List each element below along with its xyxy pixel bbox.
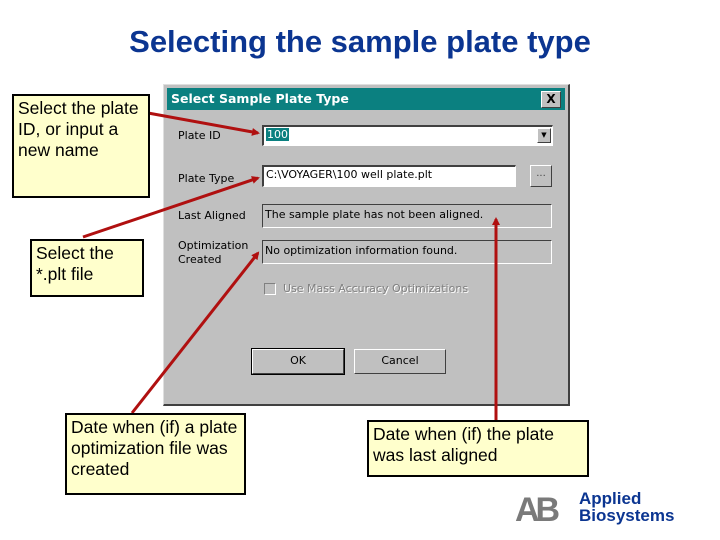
callout-optimization: Date when (if) a plate optimization file…: [65, 413, 246, 495]
cancel-button[interactable]: Cancel: [354, 349, 446, 374]
browse-button[interactable]: ...: [530, 165, 552, 187]
ab-logo-icon: AB: [515, 491, 560, 529]
dialog-titlebar[interactable]: Select Sample Plate Type X: [167, 88, 565, 110]
dialog-title: Select Sample Plate Type: [171, 91, 349, 106]
chevron-down-icon[interactable]: ▼: [537, 128, 551, 143]
logo-line1: Applied: [579, 489, 642, 508]
optimization-label-line2: Created: [178, 253, 222, 266]
callout-aligned: Date when (if) the plate was last aligne…: [367, 420, 589, 477]
mass-accuracy-label: Use Mass Accuracy Optimizations: [283, 282, 469, 295]
plate-type-input[interactable]: C:\VOYAGER\100 well plate.plt: [262, 165, 516, 187]
slide-title: Selecting the sample plate type: [129, 24, 591, 59]
logo-wordmark: Applied Biosystems: [579, 490, 674, 524]
ok-button[interactable]: OK: [251, 348, 345, 375]
last-aligned-label: Last Aligned: [178, 209, 246, 222]
optimization-created-label: Optimization Created: [178, 239, 248, 267]
close-button[interactable]: X: [541, 91, 561, 108]
plate-type-label: Plate Type: [178, 172, 235, 185]
mass-accuracy-checkbox[interactable]: [264, 283, 276, 295]
last-aligned-field: The sample plate has not been aligned.: [262, 204, 552, 228]
callout-plt-file: Select the *.plt file: [30, 239, 144, 297]
plate-id-value: 100: [266, 128, 289, 141]
optimization-created-field: No optimization information found.: [262, 240, 552, 264]
close-icon: X: [546, 92, 556, 106]
logo-line2: Biosystems: [579, 506, 675, 525]
select-sample-plate-type-dialog: Select Sample Plate Type X Plate ID 100 …: [163, 84, 570, 406]
optimization-label-line1: Optimization: [178, 239, 249, 252]
callout-plate-id: Select the plate ID, or input a new name: [12, 94, 150, 198]
plate-id-combobox[interactable]: 100 ▼: [262, 125, 553, 146]
applied-biosystems-logo: AB Applied Biosystems: [515, 490, 695, 530]
plate-id-label: Plate ID: [178, 129, 221, 142]
